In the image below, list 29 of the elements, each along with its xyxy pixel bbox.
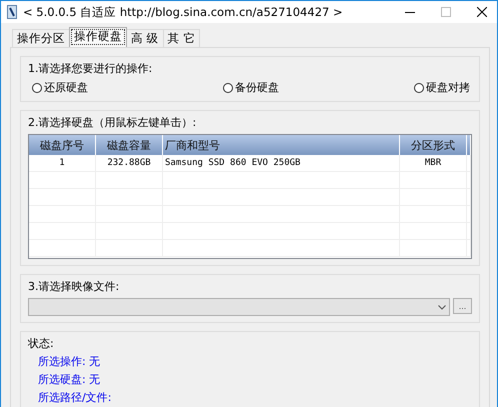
table-cell: 232.88GB (96, 155, 163, 171)
radio-option[interactable]: 硬盘对拷 (414, 80, 470, 95)
column-header[interactable]: 分区形式 (400, 135, 467, 155)
group-label: 3.请选择映像文件: (28, 279, 120, 294)
file-dropdown[interactable] (28, 298, 450, 316)
radio-option[interactable]: 备份硬盘 (223, 80, 279, 95)
table-cell: MBR (400, 155, 467, 171)
group-label: 2.请选择硬盘（用鼠标左键单击）: (28, 115, 198, 130)
status-line: 所选路径/文件: (37, 390, 112, 405)
browse-button[interactable]: ... (453, 298, 472, 314)
status-label: 状态: (28, 336, 55, 351)
column-header[interactable]: 厂商和型号 (163, 135, 400, 155)
group-label: 1.请选择您要进行的操作: (28, 61, 154, 76)
disk-table[interactable]: 磁盘序号 磁盘容量 厂商和型号 分区形式 1 232.88GB Samsung SSD 860 EVO 250GB MBR (28, 134, 472, 259)
tab[interactable]: 其 它 (162, 29, 200, 47)
tab[interactable]: 操作硬盘 (69, 27, 127, 47)
chevron-icon (438, 304, 446, 310)
status-line: 所选操作: 无 (37, 354, 102, 369)
table-cell: Samsung SSD 860 EVO 250GB (163, 155, 400, 171)
maximize-icon (441, 7, 451, 17)
radio-option[interactable]: 还原硬盘 (32, 80, 88, 95)
table-cell: 1 (29, 155, 96, 171)
status-line: 所选硬盘: 无 (37, 372, 102, 387)
app-icon (7, 5, 17, 19)
column-header[interactable]: 磁盘容量 (96, 135, 163, 155)
column-header[interactable]: 磁盘序号 (29, 135, 96, 155)
tab[interactable]: 操作分区 (12, 29, 70, 47)
window-title: < 5.0.0.5 自适应 http://blog.sina.com.cn/a527104427 > (23, 4, 344, 20)
close-icon (477, 7, 487, 17)
